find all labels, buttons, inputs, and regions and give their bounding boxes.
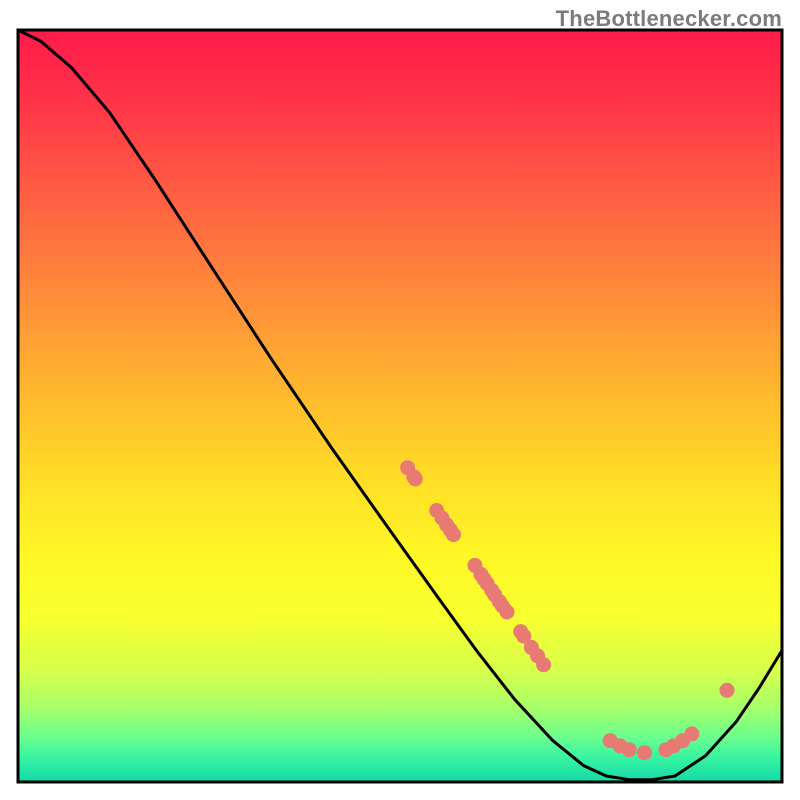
plot-background xyxy=(18,30,782,782)
scatter-point xyxy=(720,683,735,698)
scatter-point xyxy=(500,605,515,620)
scatter-point xyxy=(408,471,423,486)
bottleneck-chart xyxy=(0,0,800,800)
chart-container: TheBottlenecker.com xyxy=(0,0,800,800)
scatter-point xyxy=(684,726,699,741)
scatter-point xyxy=(622,742,637,757)
watermark-text: TheBottlenecker.com xyxy=(556,6,782,32)
scatter-point xyxy=(446,527,461,542)
scatter-point xyxy=(637,745,652,760)
scatter-point xyxy=(536,657,551,672)
